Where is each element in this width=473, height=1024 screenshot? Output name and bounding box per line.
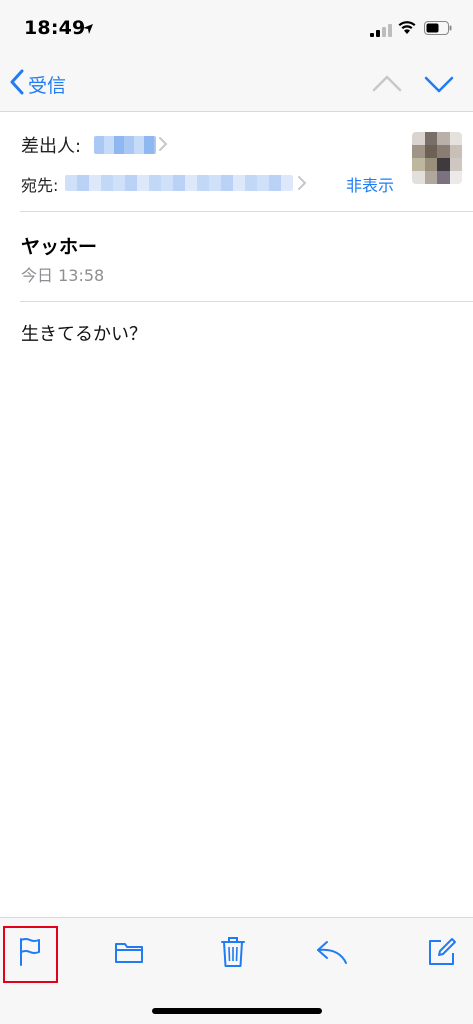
reply-icon [315, 939, 349, 969]
trash-button[interactable] [213, 934, 253, 974]
flag-icon [18, 937, 42, 971]
from-label: 差出人: [21, 136, 82, 157]
signal-icon [370, 22, 392, 41]
nav-bar: 受信 [0, 56, 473, 112]
status-time: 18:49 [24, 17, 86, 39]
message-subject: ヤッホー [21, 236, 98, 258]
hide-details-button[interactable]: 非表示 [346, 172, 394, 196]
folder-icon [114, 939, 144, 969]
battery-icon [424, 20, 452, 39]
to-label: 宛先: [21, 176, 59, 195]
message-date: 今日 13:58 [21, 266, 105, 285]
flag-button[interactable] [10, 934, 50, 974]
bottom-toolbar [0, 917, 473, 1024]
sender-address-redacted[interactable] [94, 136, 156, 154]
avatar [412, 132, 462, 184]
message-header: 差出人: 宛先: 非表示 [0, 112, 473, 212]
chevron-down-icon[interactable] [424, 70, 454, 102]
chevron-left-icon [10, 69, 24, 99]
back-label: 受信 [28, 74, 67, 97]
move-to-folder-button[interactable] [109, 934, 149, 974]
divider [20, 301, 473, 302]
trash-icon [220, 936, 246, 972]
chevron-right-icon [297, 175, 307, 195]
chevron-up-icon[interactable] [372, 70, 402, 102]
compose-button[interactable] [422, 934, 462, 974]
chevron-right-icon [158, 136, 168, 156]
home-indicator[interactable] [152, 1008, 322, 1014]
status-bar: 18:49 [0, 0, 473, 56]
back-button[interactable]: 受信 [10, 68, 66, 100]
wifi-icon [397, 19, 417, 39]
location-arrow-icon [82, 20, 94, 39]
recipient-address-redacted[interactable] [65, 175, 293, 191]
subject-block: ヤッホー 今日 13:58 [0, 212, 473, 302]
message-body: 生きてるかい？ [21, 324, 147, 345]
compose-icon [427, 937, 457, 971]
reply-button[interactable] [312, 934, 352, 974]
